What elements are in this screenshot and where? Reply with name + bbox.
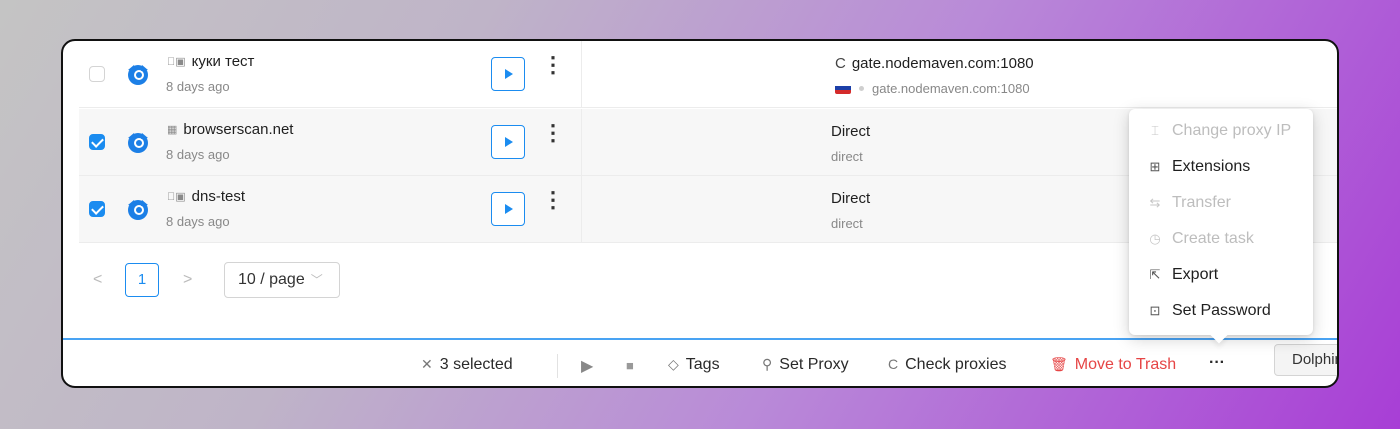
russia-flag-icon [835, 82, 851, 94]
row-checkbox[interactable] [89, 66, 105, 82]
chevron-down-icon: ﹀ [310, 273, 323, 287]
clock-icon: ◷ [1149, 231, 1161, 246]
pagination-page-1[interactable]: 1 [125, 263, 159, 297]
profile-name[interactable]: ▣куки тест [167, 53, 254, 70]
menu-item-extensions[interactable]: ⊞ Extensions [1146, 158, 1251, 176]
profile-name[interactable]: ▦ browserscan.net [167, 121, 293, 138]
refresh-icon: C [888, 356, 899, 372]
row-more-icon[interactable]: ⋮ [542, 54, 564, 88]
grid-icon: ⊞ [1149, 159, 1161, 174]
start-profile-button[interactable] [491, 192, 525, 226]
column-divider [581, 109, 582, 175]
menu-item-create-task[interactable]: ◷ Create task [1146, 230, 1253, 248]
proxy-name: Direct [831, 190, 871, 207]
export-icon: ⇱ [1149, 267, 1161, 282]
browser-logo-icon [128, 133, 148, 153]
close-icon: ✕ [421, 356, 433, 372]
trash-icon: 🗑 [1050, 356, 1068, 372]
column-divider [581, 176, 582, 242]
proxy-address: direct [831, 216, 863, 231]
row-more-icon[interactable]: ⋮ [542, 189, 564, 223]
more-actions-menu: ⌶ Change proxy IP ⊞ Extensions ⇆ Transfer ◷… [1129, 109, 1313, 335]
move-to-trash-button[interactable]: 🗑 Move to Trash [1050, 356, 1176, 374]
browser-logo-icon [128, 200, 148, 220]
proxy-address: gate.nodemaven.com:1080 [835, 81, 1030, 96]
windows-icon: ▦ [167, 124, 178, 136]
lock-icon: ⊡ [1149, 303, 1161, 318]
menu-item-change-proxy-ip[interactable]: ⌶ Change proxy IP [1146, 122, 1291, 140]
proxy-name: Direct [831, 123, 871, 140]
transfer-icon: ⇆ [1149, 195, 1161, 210]
stop-icon[interactable]: ■ [626, 358, 634, 373]
start-profile-button[interactable] [491, 57, 525, 91]
app-window: ▣куки тест 8 days ago ⋮ Cgate.nodemaven… [61, 39, 1339, 388]
row-checkbox[interactable] [89, 201, 105, 217]
plug-icon: ⚲ [762, 356, 773, 372]
ip-icon: ⌶ [1151, 123, 1159, 138]
profile-updated-time: 8 days ago [166, 79, 230, 94]
more-actions-button[interactable]: ··· [1209, 354, 1225, 372]
tag-icon: ◇ [668, 356, 679, 372]
status-dot [859, 86, 864, 91]
apple-icon: ▣ [167, 56, 186, 68]
menu-item-export[interactable]: ⇱ Export [1146, 266, 1219, 284]
tags-button[interactable]: ◇ Tags [668, 356, 720, 374]
table-row[interactable]: ▣куки тест 8 days ago ⋮ Cgate.nodemaven… [79, 41, 1337, 108]
clear-selection-button[interactable]: ✕ 3 selected [421, 356, 513, 374]
profile-updated-time: 8 days ago [166, 214, 230, 229]
play-icon[interactable]: ▶ [581, 356, 593, 376]
browser-logo-icon [128, 65, 148, 85]
profile-updated-time: 8 days ago [166, 147, 230, 162]
apple-icon: ▣ [167, 191, 186, 203]
profile-name[interactable]: ▣dns-test [167, 188, 245, 205]
toolbar-separator [557, 354, 558, 378]
toolbar-divider [63, 338, 1337, 340]
pagination-next-button[interactable]: > [183, 271, 192, 289]
proxy-name: Cgate.nodemaven.com:1080 [835, 55, 1034, 72]
proxy-address: direct [831, 149, 863, 164]
page-size-label: 10 / page [238, 271, 305, 288]
check-proxies-button[interactable]: C Check proxies [888, 356, 1007, 374]
menu-item-set-password[interactable]: ⊡ Set Password [1146, 302, 1271, 320]
menu-item-transfer[interactable]: ⇆ Transfer [1146, 194, 1231, 212]
pagination-prev-button[interactable]: < [93, 271, 102, 289]
row-more-icon[interactable]: ⋮ [542, 122, 564, 156]
dolphin-button[interactable]: Dolphin [1274, 344, 1337, 376]
start-profile-button[interactable] [491, 125, 525, 159]
refresh-icon[interactable]: C [835, 55, 846, 72]
set-proxy-button[interactable]: ⚲ Set Proxy [762, 356, 849, 374]
page-size-select[interactable]: 10 / page ﹀ [224, 262, 340, 298]
column-divider [581, 41, 582, 107]
row-checkbox[interactable] [89, 134, 105, 150]
